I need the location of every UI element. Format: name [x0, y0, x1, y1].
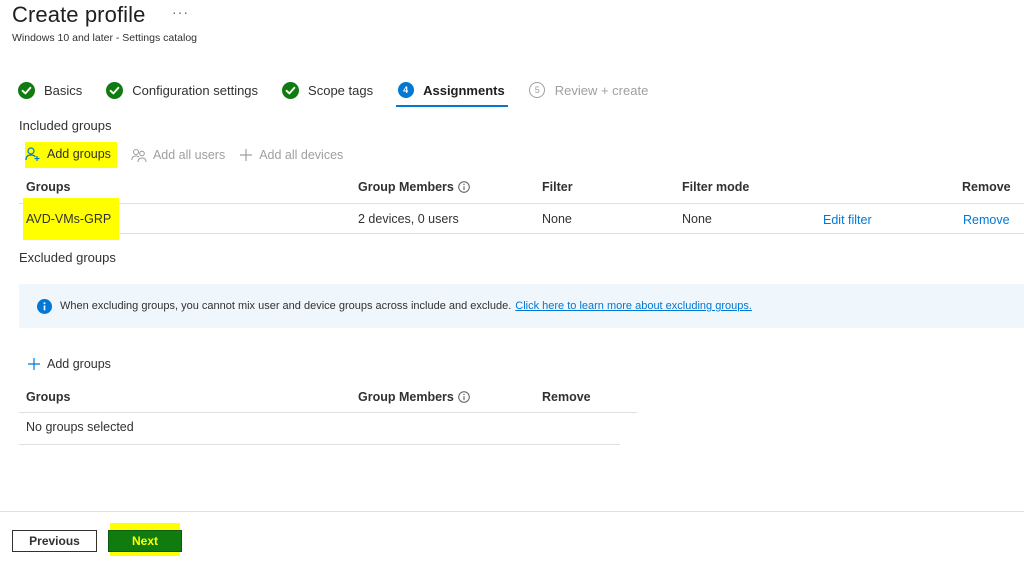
- add-groups-button[interactable]: Add groups: [25, 142, 117, 168]
- info-banner: When excluding groups, you cannot mix us…: [19, 284, 1024, 328]
- empty-state-text: No groups selected: [26, 420, 134, 434]
- next-button[interactable]: Next: [108, 530, 182, 552]
- check-circle-icon: [282, 81, 300, 99]
- column-header-remove: Remove: [542, 390, 591, 404]
- page-subtitle: Windows 10 and later - Settings catalog: [12, 32, 198, 44]
- add-groups-label: Add groups: [47, 147, 111, 161]
- remove-group-link[interactable]: Remove: [963, 213, 1010, 227]
- column-header-filter: Filter: [542, 180, 573, 194]
- edit-filter-link[interactable]: Edit filter: [823, 213, 872, 227]
- filter-cell: None: [542, 212, 572, 226]
- step-label: Configuration settings: [132, 82, 259, 98]
- add-all-users-label: Add all users: [152, 148, 226, 162]
- column-header-groups: Groups: [26, 390, 71, 404]
- step-review-create[interactable]: 5 Review + create: [529, 78, 649, 102]
- step-number-badge: 4: [397, 82, 414, 98]
- footer-divider: [0, 511, 1024, 512]
- more-options-icon[interactable]: ···: [172, 4, 189, 20]
- step-basics[interactable]: Basics: [18, 78, 82, 102]
- add-excluded-groups-button[interactable]: Add groups: [27, 357, 111, 371]
- filter-mode-cell: None: [682, 212, 712, 226]
- included-groups-label: Included groups: [19, 118, 112, 133]
- column-header-groups: Groups: [26, 180, 71, 194]
- table-divider: [19, 444, 620, 445]
- previous-button[interactable]: Previous: [12, 530, 97, 552]
- step-label: Basics: [44, 82, 83, 98]
- wizard-steps: Basics Configuration settings Scope tags…: [18, 78, 672, 107]
- included-command-bar: Add groups Add all users Add all devices: [25, 140, 357, 170]
- info-icon[interactable]: [458, 181, 470, 193]
- group-name-cell[interactable]: AVD-VMs-GRP: [26, 212, 111, 226]
- add-all-devices-button[interactable]: Add all devices: [239, 148, 343, 162]
- column-header-filter-mode: Filter mode: [682, 180, 750, 194]
- column-header-label: Group Members: [358, 390, 454, 404]
- add-groups-label: Add groups: [47, 357, 111, 371]
- step-label: Scope tags: [308, 82, 374, 98]
- add-user-icon: [25, 146, 41, 162]
- users-icon: [131, 147, 147, 163]
- add-all-devices-label: Add all devices: [259, 148, 344, 162]
- step-label: Review + create: [554, 82, 649, 98]
- column-header-remove: Remove: [962, 180, 1011, 194]
- step-number-badge: 5: [529, 82, 546, 98]
- group-members-cell: 2 devices, 0 users: [358, 212, 459, 226]
- info-filled-icon: [37, 298, 52, 314]
- step-configuration-settings[interactable]: Configuration settings: [106, 78, 258, 102]
- step-label: Assignments: [423, 82, 505, 98]
- plus-icon: [27, 357, 41, 371]
- excluded-groups-label: Excluded groups: [19, 250, 116, 265]
- page-title: Create profile: [12, 2, 146, 27]
- excluded-command-bar: Add groups: [27, 349, 125, 379]
- check-circle-icon: [106, 81, 124, 99]
- learn-more-link[interactable]: Click here to learn more about excluding…: [515, 300, 752, 312]
- column-header-group-members: Group Members: [358, 180, 470, 194]
- check-circle-icon: [18, 81, 35, 99]
- table-divider: [19, 203, 1024, 204]
- info-banner-text: When excluding groups, you cannot mix us…: [60, 300, 512, 312]
- column-header-label: Group Members: [358, 180, 454, 194]
- info-icon[interactable]: [458, 391, 470, 403]
- table-divider: [120, 233, 1024, 234]
- step-assignments[interactable]: 4 Assignments: [396, 78, 508, 107]
- table-divider: [19, 412, 637, 413]
- step-scope-tags[interactable]: Scope tags: [282, 78, 373, 102]
- column-header-group-members: Group Members: [358, 390, 470, 404]
- add-all-users-button[interactable]: Add all users: [131, 147, 225, 163]
- plus-icon: [239, 148, 253, 162]
